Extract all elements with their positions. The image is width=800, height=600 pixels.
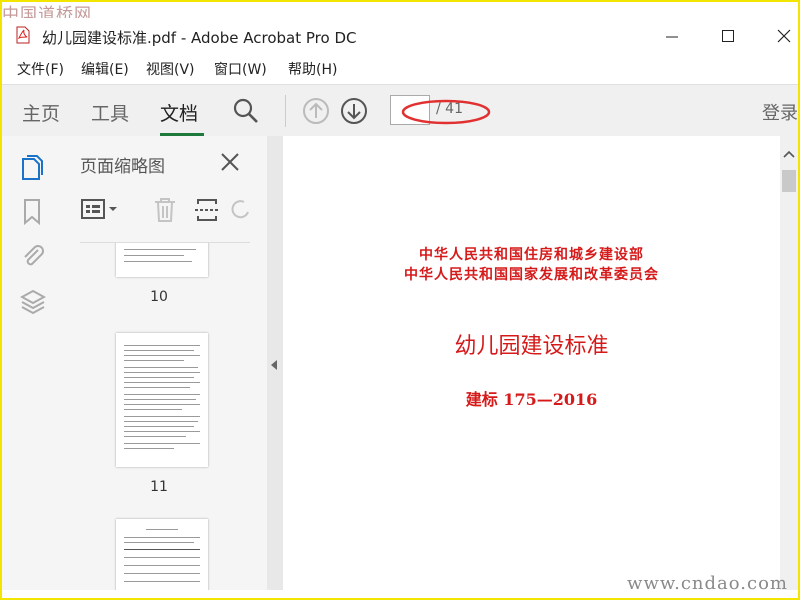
menu-edit[interactable]: 编辑(E) bbox=[81, 59, 129, 79]
highlight-annotation-ellipse bbox=[401, 99, 491, 125]
close-window-button[interactable] bbox=[762, 22, 800, 50]
menu-view[interactable]: 视图(V) bbox=[146, 59, 195, 79]
layers-icon[interactable] bbox=[20, 288, 46, 316]
tab-tools[interactable]: 工具 bbox=[91, 99, 129, 126]
close-icon[interactable] bbox=[218, 150, 242, 174]
document-view[interactable]: 中华人民共和国住房和城乡建设部 中华人民共和国国家发展和改革委员会 幼儿园建设标… bbox=[283, 136, 780, 590]
attachment-icon[interactable] bbox=[20, 242, 44, 270]
rotate-page-icon[interactable] bbox=[230, 196, 250, 224]
tab-home[interactable]: 主页 bbox=[22, 99, 60, 126]
extract-page-icon[interactable] bbox=[194, 196, 220, 224]
next-page-icon[interactable] bbox=[340, 97, 368, 125]
navigation-rail bbox=[2, 136, 63, 590]
document-title: 幼儿园建设标准 bbox=[454, 334, 609, 359]
minimize-icon bbox=[666, 36, 678, 38]
close-icon bbox=[777, 29, 791, 43]
document-scroll-thumb[interactable] bbox=[782, 170, 796, 192]
delete-page-icon[interactable] bbox=[152, 196, 178, 224]
minimize-button[interactable] bbox=[650, 22, 694, 50]
scroll-up-icon[interactable] bbox=[783, 150, 795, 158]
window-title: 幼儿园建设标准.pdf - Adobe Acrobat Pro DC bbox=[42, 29, 357, 47]
page-thumbnail[interactable] bbox=[116, 519, 208, 590]
thumbnail-page-number: 11 bbox=[150, 479, 168, 495]
document-scrollbar[interactable] bbox=[780, 136, 798, 590]
login-link[interactable]: 登录 bbox=[762, 99, 798, 125]
panel-collapse-handle[interactable] bbox=[267, 136, 284, 590]
title-bar: 幼儿园建设标准.pdf - Adobe Acrobat Pro DC bbox=[2, 18, 798, 54]
thumbnail-list: 10 11 bbox=[80, 243, 238, 590]
thumbnail-panel: 页面缩略图 10 11 bbox=[62, 136, 320, 590]
search-icon[interactable] bbox=[232, 97, 260, 125]
issuer-line-1: 中华人民共和国住房和城乡建设部 bbox=[419, 247, 644, 263]
menu-help[interactable]: 帮助(H) bbox=[288, 59, 337, 79]
standard-code: 建标 175—2016 bbox=[465, 390, 598, 409]
toolbar-divider bbox=[285, 95, 286, 127]
page-thumbnail[interactable] bbox=[116, 333, 208, 467]
maximize-button[interactable] bbox=[706, 22, 750, 50]
bookmark-icon[interactable] bbox=[20, 198, 44, 226]
menu-bar: 文件(F) 编辑(E) 视图(V) 窗口(W) 帮助(H) bbox=[2, 55, 798, 81]
tab-document[interactable]: 文档 bbox=[160, 99, 198, 126]
menu-window[interactable]: 窗口(W) bbox=[214, 59, 267, 79]
pdf-file-icon bbox=[16, 26, 30, 44]
thumbnail-options-icon[interactable] bbox=[80, 196, 120, 224]
watermark-bottom: www.cndao.com bbox=[627, 573, 788, 594]
menu-file[interactable]: 文件(F) bbox=[17, 59, 64, 79]
thumbnail-page-number: 10 bbox=[150, 289, 168, 305]
page-thumbnail[interactable] bbox=[116, 243, 208, 277]
previous-page-icon[interactable] bbox=[302, 97, 330, 125]
collapse-arrow-icon bbox=[271, 360, 277, 370]
panel-title: 页面缩略图 bbox=[80, 157, 165, 177]
issuer-line-2: 中华人民共和国国家发展和改革委员会 bbox=[404, 267, 659, 283]
maximize-icon bbox=[722, 30, 734, 42]
main-toolbar: 主页 工具 文档 / 41 登录 bbox=[2, 84, 798, 138]
page-thumbnails-icon[interactable] bbox=[20, 154, 44, 182]
